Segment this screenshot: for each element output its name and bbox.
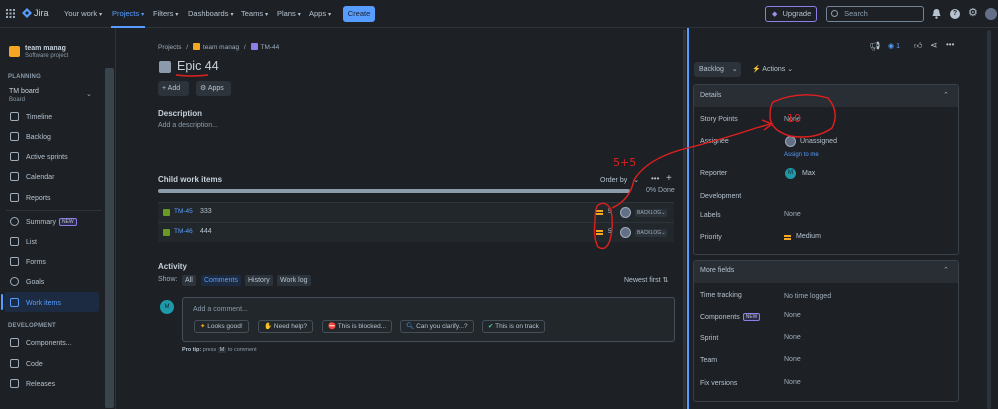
annotation-overlay: [175, 74, 836, 250]
points-circle-annotation: [593, 202, 613, 250]
total-annotation-label: 10: [787, 112, 801, 125]
title-underline-annotation: [175, 74, 209, 77]
sum-annotation-label: 5+5: [613, 156, 637, 169]
story-points-circle-annotation: [769, 94, 836, 138]
